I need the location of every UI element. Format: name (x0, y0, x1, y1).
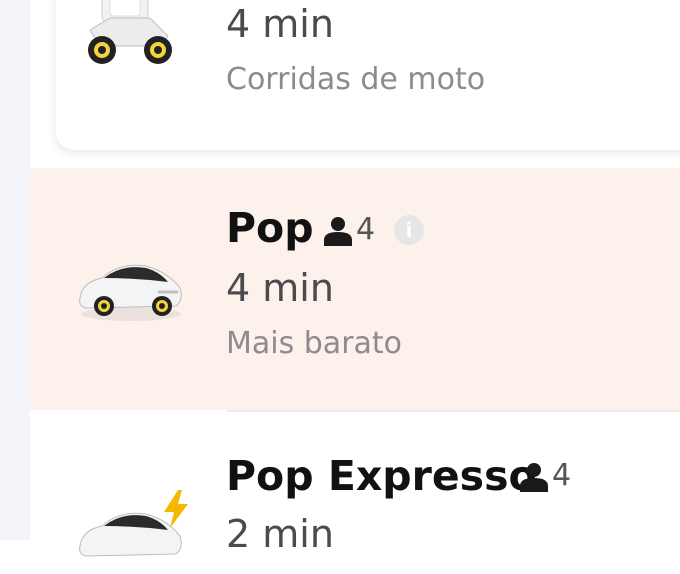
eta-pop: 4 min (226, 266, 334, 310)
lightning-bolt-icon (164, 490, 188, 528)
description-pop: Mais barato (226, 326, 403, 361)
ride-option-pop-expresso[interactable]: Pop Expresso 4 2 min (30, 412, 680, 557)
ride-name-pop: Pop (226, 204, 314, 252)
eta-moto: 4 min (226, 2, 334, 46)
eta-pop-expresso: 2 min (226, 512, 334, 556)
ride-option-pop[interactable]: Pop 4 i 4 min Mais barato (30, 168, 680, 410)
car-icon (79, 264, 182, 321)
motorcycle-icon (88, 0, 172, 64)
capacity-pop: 4 (356, 212, 376, 247)
capacity-pop-expresso: 4 (552, 458, 572, 493)
info-icon[interactable]: i (394, 215, 424, 245)
left-gutter (0, 0, 30, 540)
person-icon (520, 463, 548, 492)
ride-name-pop-expresso: Pop Expresso (226, 452, 537, 500)
description-moto: Corridas de moto (226, 62, 486, 97)
person-icon (324, 217, 352, 246)
